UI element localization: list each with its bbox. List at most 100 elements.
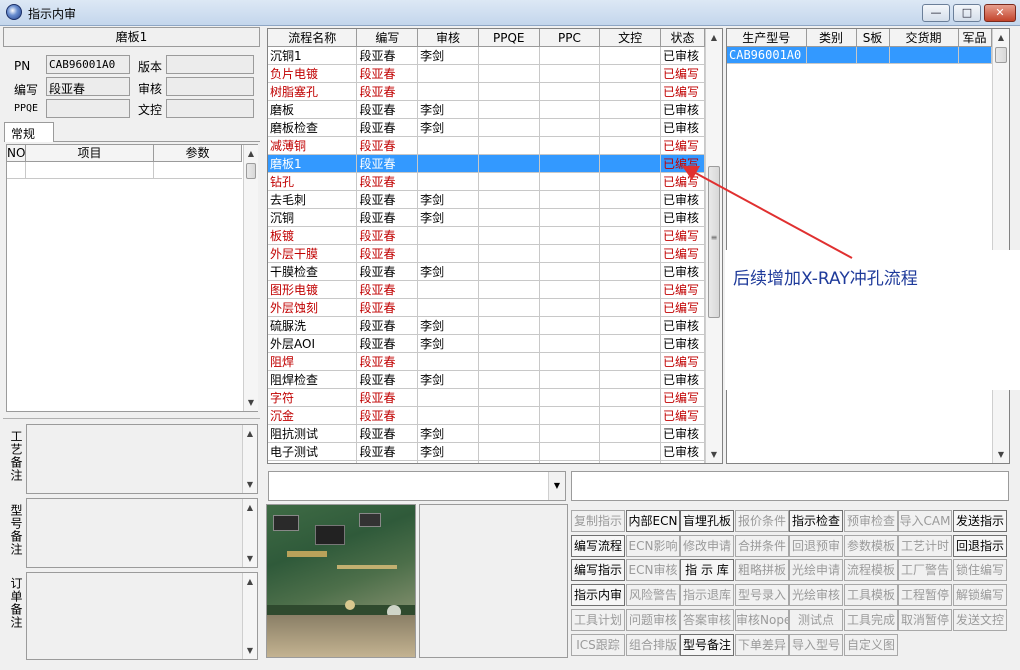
action-button[interactable]: 合拼条件 [735, 535, 789, 557]
action-button[interactable]: 导入CAM [898, 510, 952, 532]
action-button[interactable]: 工具计划 [571, 609, 625, 631]
flow-row[interactable]: 沉铜1 段亚春 李剑 已审核 [268, 46, 706, 65]
flow-row[interactable]: 减薄铜 段亚春 已编写 [268, 136, 706, 155]
model-scrollbar[interactable]: ▲ ▼ [992, 29, 1009, 463]
model-note-box[interactable]: ▲ ▼ [26, 498, 258, 568]
model-header-model[interactable]: 生产型号 [727, 29, 807, 47]
pn-field[interactable]: CAB96001A0 [46, 55, 130, 74]
scroll-down-icon[interactable]: ▼ [993, 446, 1009, 463]
process-note-box[interactable]: ▲ ▼ [26, 424, 258, 494]
flow-row[interactable]: 磨板 段亚春 李剑 已审核 [268, 100, 706, 119]
scroll-down-icon[interactable]: ▼ [243, 550, 257, 567]
action-button[interactable]: 指示内审 [571, 584, 625, 606]
remark-input[interactable] [571, 471, 1009, 501]
action-button[interactable]: 工程暂停 [898, 584, 952, 606]
flow-header-status[interactable]: 状态 [660, 29, 706, 47]
flow-row[interactable]: 沉铜 段亚春 李剑 已审核 [268, 208, 706, 227]
action-button[interactable]: 自定义图 [844, 634, 898, 656]
action-button[interactable]: 风险警告 [626, 584, 680, 606]
action-button[interactable]: 工艺计时 [898, 535, 952, 557]
process-note-scrollbar[interactable]: ▲ ▼ [242, 425, 257, 493]
flow-row[interactable]: 负片电镀 段亚春 已编写 [268, 64, 706, 83]
flow-row[interactable]: 板镀 段亚春 已编写 [268, 226, 706, 245]
model-row[interactable]: CAB96001A0 [727, 46, 992, 64]
flow-row[interactable]: 磨板检查 段亚春 李剑 已审核 [268, 118, 706, 137]
scroll-down-icon[interactable]: ▼ [243, 642, 257, 659]
flow-header-reviewer[interactable]: 审核 [417, 29, 479, 47]
scroll-up-icon[interactable]: ▲ [244, 145, 258, 162]
scroll-up-icon[interactable]: ▲ [243, 425, 257, 442]
action-button[interactable]: 光绘审核 [789, 584, 843, 606]
flow-row[interactable]: 外层AOI 段亚春 李剑 已审核 [268, 334, 706, 353]
action-button[interactable]: 下单差异 [735, 634, 789, 656]
flow-header-ppqe[interactable]: PPQE [478, 29, 540, 47]
action-button[interactable]: 流程模板 [844, 559, 898, 581]
ppqe-field[interactable] [46, 99, 130, 118]
scroll-up-icon[interactable]: ▲ [993, 29, 1009, 46]
flow-header-writer[interactable]: 编写 [356, 29, 419, 47]
version-field[interactable] [166, 55, 254, 74]
action-button[interactable]: 报价条件 [735, 510, 789, 532]
flow-row[interactable]: 磨板1 段亚春 已编写 [268, 154, 706, 173]
flow-row[interactable]: 树脂塞孔 段亚春 已编写 [268, 82, 706, 101]
scroll-up-icon[interactable]: ▲ [243, 499, 257, 516]
action-button[interactable]: 测试点 [789, 609, 843, 631]
scroll-up-icon[interactable]: ▲ [706, 29, 722, 46]
action-button[interactable]: 修改申请 [680, 535, 734, 557]
param-scrollbar[interactable]: ▲ ▼ [243, 145, 258, 411]
model-header-category[interactable]: 类别 [806, 29, 857, 47]
flow-row[interactable]: 去毛刺 段亚春 李剑 已审核 [268, 190, 706, 209]
flow-row[interactable]: 钻孔 段亚春 已编写 [268, 172, 706, 191]
action-button[interactable]: 发送指示 [953, 510, 1007, 532]
action-button[interactable]: 答案审核 [680, 609, 734, 631]
action-button[interactable]: 指示退库 [680, 584, 734, 606]
action-button[interactable]: 锁住编写 [953, 559, 1007, 581]
order-note-box[interactable]: ▲ ▼ [26, 572, 258, 660]
action-button[interactable]: 导入型号 [789, 634, 843, 656]
flow-header-doc[interactable]: 文控 [599, 29, 661, 47]
action-button[interactable]: 取消暂停 [898, 609, 952, 631]
review-field[interactable] [166, 77, 254, 96]
flow-row[interactable]: 阻抗测试 段亚春 李剑 已审核 [268, 424, 706, 443]
action-button[interactable]: 问题审核 [626, 609, 680, 631]
flow-header-name[interactable]: 流程名称 [268, 29, 358, 47]
action-button[interactable]: 指示检查 [789, 510, 843, 532]
flow-row[interactable]: 干膜检查 段亚春 李剑 已审核 [268, 262, 706, 281]
action-button[interactable]: 粗略拼板 [735, 559, 789, 581]
scroll-down-icon[interactable]: ▼ [243, 476, 257, 493]
action-button[interactable]: 解锁编写 [953, 584, 1007, 606]
action-button[interactable]: 工具模板 [844, 584, 898, 606]
close-button[interactable]: ✕ [984, 4, 1016, 22]
action-button[interactable]: 编写指示 [571, 559, 625, 581]
writer-field[interactable]: 段亚春 [46, 77, 130, 96]
model-header-delivery[interactable]: 交货期 [889, 29, 959, 47]
action-button[interactable]: 组合排版 [626, 634, 680, 656]
flow-header-ppc[interactable]: PPC [539, 29, 601, 47]
maximize-button[interactable]: □ [953, 4, 981, 22]
action-button[interactable]: 编写流程 [571, 535, 625, 557]
flow-row[interactable]: 阻焊 段亚春 已编写 [268, 352, 706, 371]
action-button[interactable]: 回退预审 [789, 535, 843, 557]
flow-select[interactable]: ▼ [268, 471, 566, 501]
scroll-down-icon[interactable]: ▼ [706, 446, 722, 463]
scroll-down-icon[interactable]: ▼ [244, 394, 258, 411]
flow-row[interactable]: 电子测试 段亚春 李剑 已审核 [268, 442, 706, 461]
action-button[interactable]: 光绘申请 [789, 559, 843, 581]
action-button[interactable]: ECN审核 [626, 559, 680, 581]
action-button[interactable]: 盲埋孔板 [680, 510, 734, 532]
action-button[interactable]: 内部ECN [626, 510, 680, 532]
doc-control-field[interactable] [166, 99, 254, 118]
flow-row[interactable]: 字符 段亚春 已编写 [268, 388, 706, 407]
action-button[interactable]: 发送文控 [953, 609, 1007, 631]
model-header-s-board[interactable]: S板 [856, 29, 890, 47]
flow-row[interactable]: 图形电镀 段亚春 已编写 [268, 280, 706, 299]
tab-general[interactable]: 常规 [4, 122, 54, 142]
scroll-up-icon[interactable]: ▲ [243, 573, 257, 590]
param-scroll-thumb[interactable] [246, 163, 256, 179]
action-button[interactable]: 指 示 库 [680, 559, 734, 581]
action-button[interactable]: 回退指示 [953, 535, 1007, 557]
action-button[interactable]: ICS跟踪 [571, 634, 625, 656]
flow-row[interactable]: 阻焊检查 段亚春 李剑 已审核 [268, 370, 706, 389]
model-scroll-thumb[interactable] [995, 47, 1007, 63]
action-button[interactable]: 工厂警告 [898, 559, 952, 581]
